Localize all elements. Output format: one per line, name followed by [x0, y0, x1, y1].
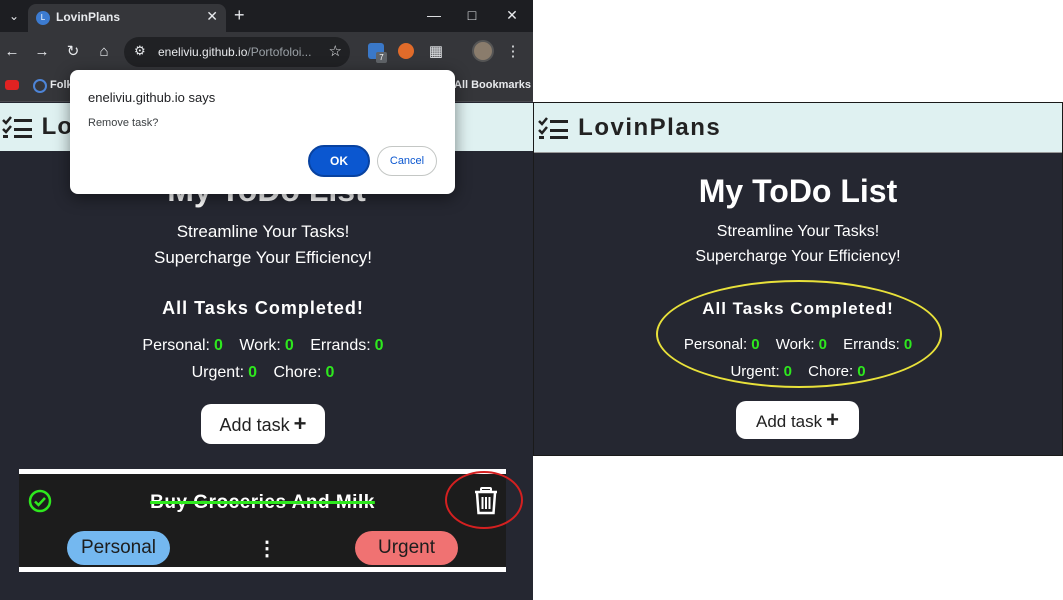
- tab-title: LovinPlans: [56, 10, 121, 24]
- page-title: My ToDo List: [698, 173, 898, 209]
- forward-icon[interactable]: →: [32, 42, 52, 62]
- personal-count-label: Personal:: [142, 337, 210, 354]
- urgent-count-label: Urgent:: [191, 364, 245, 381]
- app-brand[interactable]: LovinPlans: [538, 114, 721, 142]
- app-header: LovinPlans: [534, 103, 1062, 153]
- minimize-icon[interactable]: —: [424, 5, 444, 25]
- maximize-icon[interactable]: □: [462, 5, 482, 25]
- brave-extension-icon[interactable]: [398, 43, 414, 59]
- chore-count-label: Chore:: [273, 364, 322, 381]
- tab-search-icon[interactable]: ⌄: [4, 6, 24, 26]
- add-task-button[interactable]: Add task +: [201, 404, 325, 444]
- app-brand-text: Lo: [41, 113, 73, 140]
- add-task-button[interactable]: Add task +: [736, 401, 859, 439]
- plus-icon: +: [293, 411, 307, 436]
- priority-tag-urgent: Urgent: [355, 531, 458, 565]
- app-brand[interactable]: Lo: [2, 113, 73, 141]
- new-tab-button[interactable]: +: [234, 5, 245, 26]
- status-heading: All Tasks Completed!: [162, 298, 364, 318]
- back-icon[interactable]: ←: [2, 42, 22, 62]
- personal-count: 0: [214, 337, 223, 354]
- checklist-icon: [538, 116, 568, 139]
- app-brand-text: LovinPlans: [578, 114, 722, 141]
- add-task-label: Add task: [219, 415, 290, 435]
- extensions-puzzle-icon[interactable]: ▦: [426, 42, 446, 62]
- cancel-button[interactable]: Cancel: [377, 146, 437, 176]
- window-close-icon[interactable]: ✕: [502, 5, 522, 25]
- all-bookmarks-link[interactable]: All Bookmarks: [454, 79, 531, 91]
- browser-window: ⌄ L LovinPlans ✕ + — □ ✕ ← → ↻ ⌂ ⚙ eneli…: [0, 0, 533, 600]
- work-count: 0: [284, 337, 294, 354]
- errands-count: 0: [374, 337, 384, 354]
- confirm-dialog: eneliviu.github.io says Remove task? OK …: [70, 70, 455, 194]
- chore-count: 0: [325, 364, 335, 381]
- favicon-icon: L: [36, 11, 50, 25]
- youtube-icon[interactable]: [5, 80, 19, 90]
- home-icon[interactable]: ⌂: [94, 42, 114, 62]
- address-bar[interactable]: ⚙ eneliviu.github.io/Portofoloi... ☆: [124, 37, 350, 67]
- category-counts-row-1: Personal: 0 Work: 0 Errands: 0: [0, 337, 526, 355]
- tab-close-icon[interactable]: ✕: [206, 8, 218, 25]
- tagline-line-1: Streamline Your Tasks!: [176, 222, 350, 241]
- errands-count-label: Errands:: [310, 337, 371, 354]
- app-screenshot-after: LovinPlans My ToDo List Streamline Your …: [533, 102, 1063, 456]
- address-url: eneliviu.github.io/Portofoloi...: [158, 45, 312, 59]
- tagline-line-2: Supercharge Your Efficiency!: [695, 248, 901, 265]
- more-options-icon[interactable]: ⋮: [257, 536, 277, 561]
- profile-avatar[interactable]: [472, 40, 494, 62]
- category-counts-row-2: Urgent: 0 Chore: 0: [0, 364, 526, 382]
- category-tag-personal: Personal: [67, 531, 170, 565]
- task-card: Buy Groceries And Milk Personal ⋮ Urgent: [19, 469, 523, 572]
- browser-menu-icon[interactable]: ⋮: [503, 42, 523, 62]
- bookmark-folder-icon: [33, 79, 47, 93]
- tab-strip: ⌄ L LovinPlans ✕ + — □ ✕: [0, 0, 533, 32]
- urgent-count: 0: [248, 364, 257, 381]
- extension-badge: 7: [376, 52, 387, 63]
- ok-button[interactable]: OK: [308, 145, 370, 177]
- delete-highlight-circle: [445, 471, 523, 529]
- bookmark-star-icon[interactable]: ☆: [329, 42, 342, 60]
- dialog-message: Remove task?: [88, 117, 159, 129]
- checklist-icon: [2, 115, 32, 138]
- work-count-label: Work:: [239, 337, 281, 354]
- plus-icon: +: [826, 407, 839, 432]
- site-info-icon[interactable]: ⚙: [134, 43, 146, 59]
- tagline-line-1: Streamline Your Tasks!: [716, 223, 880, 240]
- browser-tab[interactable]: L LovinPlans ✕: [28, 4, 226, 32]
- status-highlight-ellipse: [656, 280, 942, 388]
- browser-toolbar: ← → ↻ ⌂ ⚙ eneliviu.github.io/Portofoloi.…: [0, 32, 533, 72]
- reload-icon[interactable]: ↻: [63, 42, 83, 62]
- task-title: Buy Groceries And Milk: [150, 492, 375, 513]
- dialog-title: eneliviu.github.io says: [88, 90, 216, 105]
- tagline-line-2: Supercharge Your Efficiency!: [154, 248, 372, 267]
- add-task-label: Add task: [755, 412, 823, 431]
